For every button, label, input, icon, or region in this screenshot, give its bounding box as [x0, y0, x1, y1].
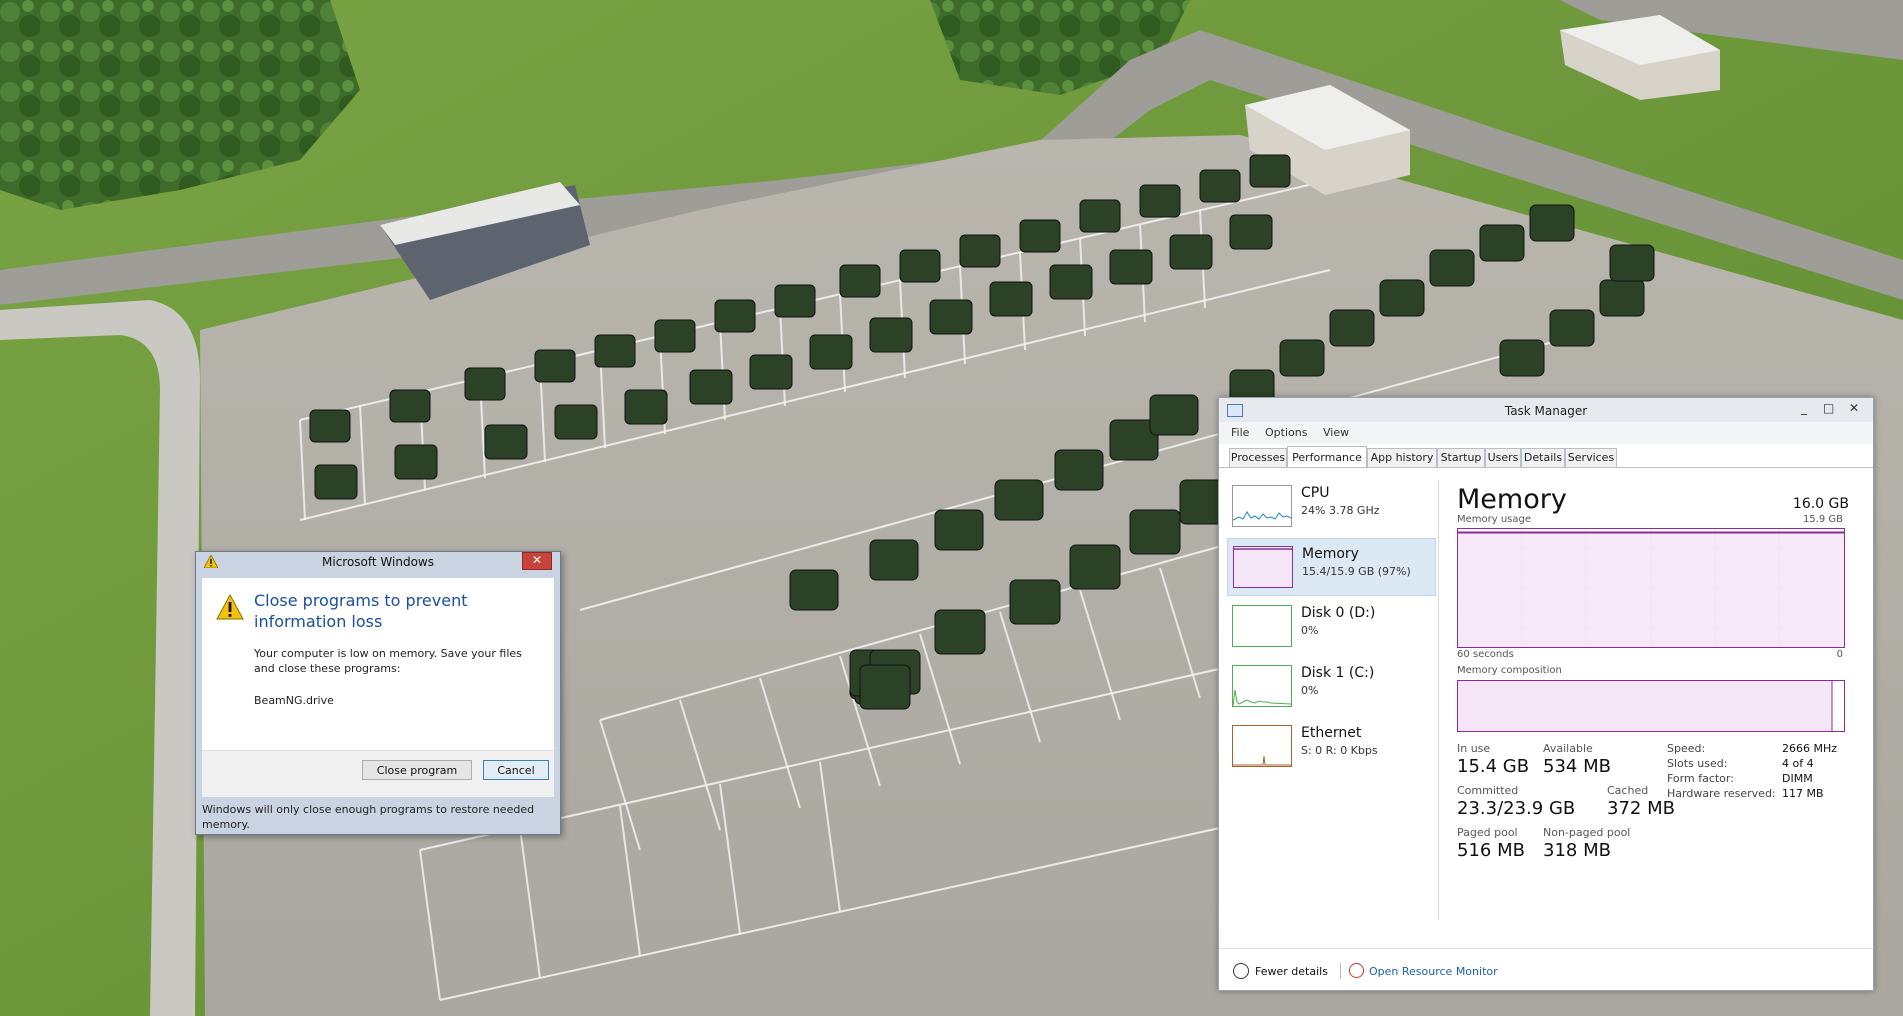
ethernet-sparkline [1232, 725, 1292, 767]
dialog-heading: Close programs to prevent information lo… [254, 591, 468, 631]
sidebar-label: Disk 1 (C:) [1301, 665, 1375, 681]
close-program-button[interactable]: Close program [362, 760, 472, 780]
sidebar-item-memory[interactable]: Memory 15.4/15.9 GB (97%) [1227, 538, 1436, 596]
dialog-body: Close programs to prevent information lo… [202, 578, 554, 797]
menu-bar: File Options View [1219, 422, 1873, 444]
open-resource-monitor-link[interactable]: Open Resource Monitor [1369, 965, 1498, 978]
tab-divider [1219, 467, 1873, 468]
sidebar-sublabel: 0% [1301, 684, 1319, 697]
paged-pool-label: Paged pool [1457, 826, 1518, 839]
non-paged-pool-value: 318 MB [1543, 840, 1611, 861]
committed-label: Committed [1457, 784, 1519, 797]
available-label: Available [1543, 742, 1593, 755]
dialog-footer-note: Windows will only close enough programs … [202, 803, 535, 831]
slots-label: Slots used: [1667, 757, 1728, 770]
sidebar-label: Disk 0 (D:) [1301, 605, 1376, 621]
warning-icon [216, 594, 244, 620]
minimize-button[interactable]: _ [1801, 401, 1807, 415]
low-memory-dialog: Microsoft Windows ✕ Close programs to pr… [195, 551, 561, 835]
task-manager-footer: Fewer details Open Resource Monitor [1219, 948, 1873, 991]
cached-label: Cached [1607, 784, 1649, 797]
menu-view[interactable]: View [1323, 426, 1349, 439]
task-manager-window: Task Manager _ □ ✕ File Options View Pro… [1218, 397, 1874, 991]
tab-services[interactable]: Services [1565, 448, 1617, 468]
speed-label: Speed: [1667, 742, 1706, 755]
resource-monitor-icon [1349, 963, 1364, 978]
form-factor-value: DIMM [1782, 772, 1813, 785]
task-manager-titlebar[interactable]: Task Manager _ □ ✕ [1219, 398, 1873, 422]
memory-sparkline [1233, 546, 1293, 588]
non-paged-pool-label: Non-paged pool [1543, 826, 1631, 839]
cancel-button[interactable]: Cancel [483, 760, 549, 780]
speed-value: 2666 MHz [1782, 742, 1838, 755]
panel-title: Memory [1457, 484, 1567, 515]
chevron-up-icon[interactable] [1233, 963, 1249, 979]
hardware-reserved-label: Hardware reserved: [1667, 787, 1776, 800]
memory-usage-label: Memory usage [1457, 514, 1532, 525]
tab-users[interactable]: Users [1485, 448, 1521, 468]
menu-options[interactable]: Options [1265, 426, 1307, 439]
zero-axis-label: 0 [1836, 649, 1843, 660]
program-name: BeamNG.drive [254, 694, 334, 707]
sidebar-item-disk-0[interactable]: Disk 0 (D:) 0% [1227, 598, 1434, 654]
warning-icon [204, 555, 218, 568]
sidebar-label: CPU [1301, 485, 1330, 501]
available-value: 534 MB [1543, 756, 1611, 777]
tab-performance[interactable]: Performance [1287, 446, 1367, 468]
tab-startup[interactable]: Startup [1437, 448, 1485, 468]
close-window-button[interactable]: ✕ [1849, 401, 1859, 415]
committed-value: 23.3/23.9 GB [1457, 798, 1576, 819]
dialog-titlebar: Microsoft Windows ✕ [196, 552, 560, 572]
dialog-button-bar: Close program Cancel [202, 750, 554, 797]
tab-app-history[interactable]: App history [1367, 448, 1437, 468]
dialog-title: Microsoft Windows [322, 555, 434, 569]
sidebar-sublabel: 15.4/15.9 GB (97%) [1302, 565, 1411, 578]
footer-separator [1340, 963, 1341, 979]
disk0-sparkline [1232, 605, 1292, 647]
sidebar-label: Memory [1302, 546, 1359, 562]
menu-file[interactable]: File [1231, 426, 1249, 439]
memory-usage-max: 15.9 GB [1802, 514, 1843, 525]
memory-composition-bar [1457, 680, 1845, 732]
tab-processes[interactable]: Processes [1229, 448, 1287, 468]
sidebar-item-ethernet[interactable]: Ethernet S: 0 R: 0 Kbps [1227, 718, 1434, 774]
dialog-close-button[interactable]: ✕ [522, 552, 552, 570]
form-factor-label: Form factor: [1667, 772, 1734, 785]
sidebar-item-cpu[interactable]: CPU 24% 3.78 GHz [1227, 478, 1434, 534]
cached-value: 372 MB [1607, 798, 1675, 819]
in-use-label: In use [1457, 742, 1491, 755]
in-use-value: 15.4 GB [1457, 756, 1530, 777]
sidebar-sublabel: 0% [1301, 624, 1319, 637]
memory-usage-graph [1457, 528, 1845, 648]
time-axis-label: 60 seconds [1457, 649, 1514, 660]
panel-divider [1438, 480, 1439, 920]
memory-total: 16.0 GB [1792, 496, 1849, 512]
sidebar-sublabel: S: 0 R: 0 Kbps [1301, 744, 1378, 757]
disk1-sparkline [1232, 665, 1292, 707]
memory-composition-label: Memory composition [1457, 665, 1562, 676]
maximize-button[interactable]: □ [1823, 401, 1834, 415]
fewer-details-link[interactable]: Fewer details [1255, 965, 1328, 978]
window-title: Task Manager [1504, 404, 1588, 418]
slots-value: 4 of 4 [1782, 757, 1814, 770]
sidebar-label: Ethernet [1301, 725, 1362, 741]
sidebar-sublabel: 24% 3.78 GHz [1301, 504, 1380, 517]
paged-pool-value: 516 MB [1457, 840, 1525, 861]
tab-details[interactable]: Details [1521, 448, 1565, 468]
cpu-sparkline [1232, 485, 1292, 527]
hardware-reserved-value: 117 MB [1782, 787, 1824, 800]
sidebar-item-disk-1[interactable]: Disk 1 (C:) 0% [1227, 658, 1434, 714]
dialog-message: Your computer is low on memory. Save you… [254, 647, 522, 675]
